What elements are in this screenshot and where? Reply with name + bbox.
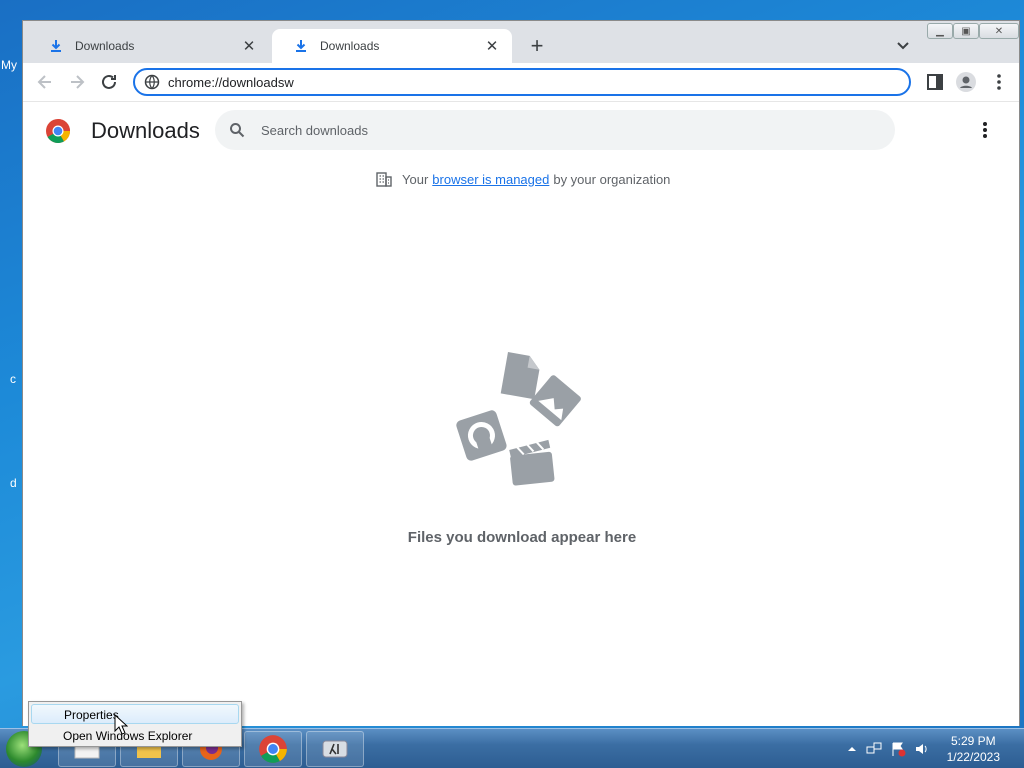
desktop-icon-label[interactable]: d — [10, 476, 17, 490]
tab-label: Downloads — [320, 39, 380, 53]
minimize-button[interactable]: ▁ — [927, 23, 953, 39]
profile-avatar-icon[interactable] — [956, 72, 976, 92]
managed-notice: Your browser is managed by your organiza… — [375, 170, 670, 188]
taskbar-chrome-button[interactable] — [244, 731, 302, 767]
desktop-icon-label[interactable]: c — [10, 372, 16, 386]
download-icon — [296, 40, 306, 52]
toolbar: chrome://downloadsw — [23, 63, 1019, 101]
reload-icon[interactable] — [99, 72, 119, 92]
clock-date: 1/22/2023 — [946, 750, 1000, 764]
menu-item-properties[interactable]: Properties — [31, 704, 239, 724]
browser-window: Downloads ✕ Downloads ✕ + ▁ ▣ ✕ chrome:/… — [22, 20, 1020, 726]
tab-label: Downloads — [75, 39, 135, 53]
desktop-icon-label[interactable]: My — [1, 58, 17, 72]
tab-downloads-2[interactable]: Downloads ✕ — [272, 29, 512, 63]
tab-strip: Downloads ✕ Downloads ✕ + ▁ ▣ ✕ — [23, 21, 1019, 63]
downloads-page: Downloads Your browser is managed by you… — [23, 101, 1019, 726]
chrome-icon — [259, 735, 287, 763]
more-actions-icon[interactable] — [977, 120, 993, 140]
building-icon — [376, 172, 392, 187]
empty-state-text: Files you download appear here — [407, 529, 637, 546]
volume-icon[interactable] — [914, 741, 930, 757]
chrome-logo-icon — [46, 119, 70, 144]
search-icon — [230, 123, 245, 138]
page-title: Downloads — [91, 118, 200, 143]
url-text: chrome://downloadsw — [168, 74, 294, 90]
globe-icon — [144, 74, 160, 90]
show-hidden-icons-icon[interactable] — [844, 741, 860, 757]
download-icon — [51, 40, 61, 52]
system-clock[interactable]: 5:29 PM 1/22/2023 — [947, 733, 1000, 765]
menu-kebab-icon[interactable] — [990, 73, 1008, 91]
network-icon[interactable] — [866, 741, 882, 757]
empty-downloads-illustration — [456, 352, 581, 486]
action-center-flag-icon[interactable] — [890, 741, 906, 757]
browser-managed-link[interactable]: browser is managed — [432, 172, 549, 187]
search-input[interactable] — [259, 121, 863, 139]
tab-downloads-1[interactable]: Downloads ✕ — [27, 29, 269, 63]
new-tab-button[interactable]: + — [525, 35, 549, 57]
close-window-button[interactable]: ✕ — [979, 23, 1019, 39]
side-panel-icon[interactable] — [926, 73, 944, 91]
taskbar-terminal-button[interactable] — [306, 731, 364, 767]
managed-prefix: Your — [402, 171, 429, 187]
forward-icon[interactable] — [67, 72, 87, 92]
taskbar-context-menu: Properties Open Windows Explorer — [28, 701, 242, 747]
maximize-button[interactable]: ▣ — [953, 23, 979, 39]
clock-time: 5:29 PM — [950, 734, 996, 748]
close-tab-icon[interactable]: ✕ — [241, 37, 257, 55]
managed-suffix: by your organization — [553, 171, 671, 187]
lambda-icon — [322, 740, 348, 758]
address-bar[interactable]: chrome://downloadsw — [133, 68, 911, 96]
menu-item-open-windows-explorer[interactable]: Open Windows Explorer — [31, 726, 239, 746]
close-tab-icon[interactable]: ✕ — [484, 37, 500, 55]
search-box[interactable] — [215, 110, 895, 150]
mouse-cursor-icon — [114, 714, 128, 735]
back-icon[interactable] — [35, 72, 55, 92]
chevron-down-icon[interactable] — [895, 37, 911, 53]
